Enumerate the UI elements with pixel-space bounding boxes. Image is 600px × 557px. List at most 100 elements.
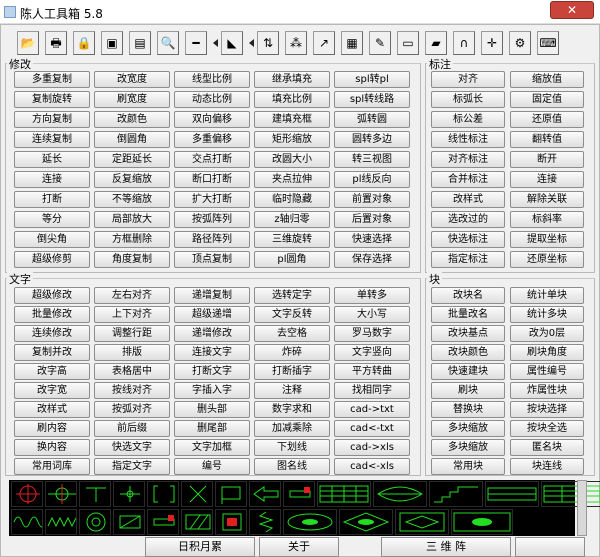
block-button[interactable]: 改块名 <box>431 287 505 304</box>
modify-button[interactable]: 圆转多边 <box>334 131 410 148</box>
text-button[interactable]: 字插入字 <box>174 382 250 399</box>
text-button[interactable]: 单转多 <box>334 287 410 304</box>
modify-button[interactable]: spl转线路 <box>334 91 410 108</box>
modify-button[interactable]: 后置对象 <box>334 211 410 228</box>
text-button[interactable]: 下划线 <box>254 439 330 456</box>
toolbar-table-button[interactable]: ▤ <box>129 31 151 55</box>
cross-symbol[interactable] <box>181 481 213 507</box>
text-button[interactable]: 复制并改 <box>14 344 90 361</box>
modify-button[interactable]: 夹点拉伸 <box>254 171 330 188</box>
calendar-button[interactable]: 日积月累 <box>145 537 255 557</box>
modify-button[interactable]: 断口打断 <box>174 171 250 188</box>
bar-symbol[interactable] <box>283 481 315 507</box>
block-button[interactable]: 替换块 <box>431 401 505 418</box>
text-button[interactable]: 编号 <box>174 458 250 475</box>
text-button[interactable]: 上下对齐 <box>94 306 170 323</box>
toolbar-print-button[interactable]: 🖶 <box>45 31 67 55</box>
text-button[interactable]: 快选文字 <box>94 439 170 456</box>
text-button[interactable]: 左右对齐 <box>94 287 170 304</box>
text-button[interactable]: 调整行距 <box>94 325 170 342</box>
annotation-button[interactable]: 连接 <box>510 171 584 188</box>
modify-button[interactable]: 快速选择 <box>334 231 410 248</box>
text-button[interactable]: 按线对齐 <box>94 382 170 399</box>
text-button[interactable]: cad->txt <box>334 401 410 418</box>
plus-symbol[interactable] <box>113 481 145 507</box>
modify-button[interactable]: 打断 <box>14 191 90 208</box>
block-button[interactable]: 统计单块 <box>510 287 584 304</box>
modify-button[interactable]: z轴归零 <box>254 211 330 228</box>
plate-symbol[interactable] <box>113 509 145 535</box>
text-button[interactable]: 超级修改 <box>14 287 90 304</box>
annotation-button[interactable]: 指定标注 <box>431 251 505 268</box>
modify-button[interactable]: 倒尖角 <box>14 231 90 248</box>
text-button[interactable]: 选转定字 <box>254 287 330 304</box>
modify-button[interactable]: 弧转圆 <box>334 111 410 128</box>
modify-button[interactable]: 倒圆角 <box>94 131 170 148</box>
text-button[interactable]: 表格居中 <box>94 363 170 380</box>
text-button[interactable]: cad<-xls <box>334 458 410 475</box>
annotation-button[interactable]: 断开 <box>510 151 584 168</box>
block-button[interactable]: 匿名块 <box>510 439 584 456</box>
text-button[interactable]: 炸碎 <box>254 344 330 361</box>
modify-button[interactable]: 交点打断 <box>174 151 250 168</box>
modify-button[interactable]: 角度复制 <box>94 251 170 268</box>
modify-button[interactable]: 定距延长 <box>94 151 170 168</box>
text-button[interactable]: 删头部 <box>174 401 250 418</box>
text-button[interactable]: 改样式 <box>14 401 90 418</box>
text-button[interactable]: 递增复制 <box>174 287 250 304</box>
text-button[interactable]: 找相同字 <box>334 382 410 399</box>
modify-button[interactable]: 方向复制 <box>14 111 90 128</box>
annotation-button[interactable]: 标公差 <box>431 111 505 128</box>
modify-button[interactable]: 转三视图 <box>334 151 410 168</box>
modify-button[interactable]: 不等缩放 <box>94 191 170 208</box>
tee-symbol[interactable] <box>79 481 111 507</box>
modify-button[interactable]: 方框删除 <box>94 231 170 248</box>
modify-button[interactable]: 继承填充 <box>254 71 330 88</box>
annotation-button[interactable]: 合并标注 <box>431 171 505 188</box>
panel-symbol[interactable] <box>451 509 513 535</box>
diamond-symbol[interactable] <box>339 509 393 535</box>
toolbar-level-button[interactable]: ◣ <box>221 31 243 55</box>
block-button[interactable]: 改块基点 <box>431 325 505 342</box>
annotation-button[interactable]: 改样式 <box>431 191 505 208</box>
modify-button[interactable]: pl线反向 <box>334 171 410 188</box>
text-button[interactable]: 前后缀 <box>94 420 170 437</box>
flag-symbol[interactable] <box>215 481 247 507</box>
modify-button[interactable]: 三维旋转 <box>254 231 330 248</box>
block-button[interactable]: 炸属性块 <box>510 382 584 399</box>
annotation-button[interactable]: 提取坐标 <box>510 231 584 248</box>
toolbar-layers-button[interactable]: ▦ <box>341 31 363 55</box>
modify-button[interactable]: 临时隐藏 <box>254 191 330 208</box>
cabinet-symbol[interactable] <box>373 481 427 507</box>
annotation-button[interactable]: 对齐 <box>431 71 505 88</box>
oval-symbol[interactable] <box>283 509 337 535</box>
modify-button[interactable]: 连续复制 <box>14 131 90 148</box>
modify-button[interactable]: 填充比例 <box>254 91 330 108</box>
square-symbol[interactable] <box>215 509 247 535</box>
toolbar-monitor-button[interactable]: ▭ <box>397 31 419 55</box>
toolbar-keyboard-button[interactable]: ⌨ <box>537 31 559 55</box>
annotation-button[interactable]: 线性标注 <box>431 131 505 148</box>
toolbar-export-button[interactable]: ↗ <box>313 31 335 55</box>
modify-button[interactable]: 连接 <box>14 171 90 188</box>
modify-button[interactable]: 双向偏移 <box>174 111 250 128</box>
modify-button[interactable]: 多重偏移 <box>174 131 250 148</box>
toolbar-dropdown-arrow[interactable] <box>213 39 218 47</box>
modify-button[interactable]: 前置对象 <box>334 191 410 208</box>
modify-button[interactable]: 刷宽度 <box>94 91 170 108</box>
text-button[interactable]: 改字高 <box>14 363 90 380</box>
text-button[interactable]: 图名线 <box>254 458 330 475</box>
wave-symbol[interactable] <box>11 509 47 535</box>
text-button[interactable]: 罗马数字 <box>334 325 410 342</box>
text-button[interactable]: 去空格 <box>254 325 330 342</box>
text-button[interactable]: 加减乘除 <box>254 420 330 437</box>
arrow-symbol[interactable] <box>249 481 281 507</box>
text-button[interactable]: 连续修改 <box>14 325 90 342</box>
text-button[interactable]: 按弧对齐 <box>94 401 170 418</box>
text-button[interactable]: 注释 <box>254 382 330 399</box>
annotation-button[interactable]: 快选标注 <box>431 231 505 248</box>
modify-button[interactable]: 保存选择 <box>334 251 410 268</box>
text-button[interactable]: 数字求和 <box>254 401 330 418</box>
block-button[interactable]: 属性编号 <box>510 363 584 380</box>
modify-button[interactable]: pl圆角 <box>254 251 330 268</box>
